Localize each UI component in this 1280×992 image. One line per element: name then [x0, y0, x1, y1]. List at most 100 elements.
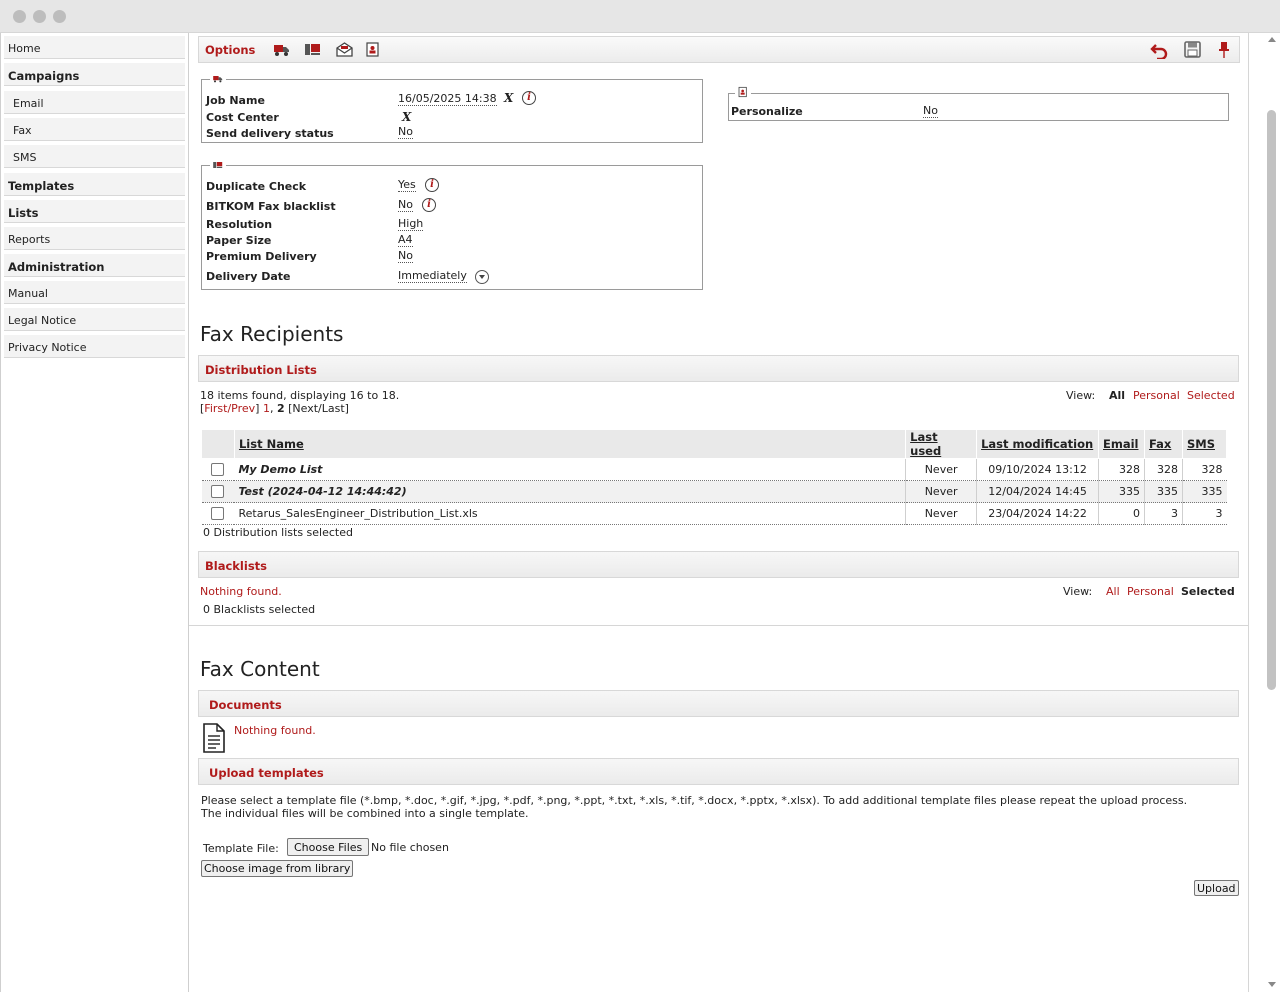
- pin-icon[interactable]: [1218, 41, 1230, 58]
- blacklists-selected-count: 0 Blacklists selected: [203, 603, 316, 616]
- last-modification-cell: 12/04/2024 14:45: [976, 480, 1099, 503]
- window-close-dot[interactable]: [13, 10, 26, 23]
- options-label[interactable]: Options: [205, 43, 255, 57]
- list-name-cell[interactable]: Retarus_SalesEngineer_Distribution_List.…: [234, 502, 906, 525]
- distribution-lists-summary: 18 items found, displaying 16 to 18.: [200, 389, 400, 402]
- view-selected-link[interactable]: Selected: [1187, 389, 1235, 402]
- premium-delivery-value[interactable]: No: [398, 250, 413, 263]
- list-name-cell[interactable]: Test (2024-04-12 14:44:42): [234, 480, 906, 503]
- chevron-down-icon[interactable]: [475, 270, 489, 284]
- sidebar-item-lists[interactable]: Lists: [4, 200, 185, 223]
- window-zoom-dot[interactable]: [53, 10, 66, 23]
- fax-count-cell: 328: [1143, 458, 1183, 481]
- last-used-cell: Never: [905, 458, 977, 481]
- choose-files-button[interactable]: Choose Files: [287, 838, 370, 856]
- list-name-cell[interactable]: My Demo List: [234, 458, 906, 481]
- blacklists-nothing-found: Nothing found.: [200, 585, 282, 598]
- upload-button[interactable]: Upload: [1194, 880, 1239, 896]
- last-modification-cell: 09/10/2024 13:12: [976, 458, 1099, 481]
- clear-x-icon[interactable]: X: [402, 110, 411, 124]
- sidebar-item-fax[interactable]: Fax: [4, 118, 185, 141]
- column-header-last-used[interactable]: Last used: [905, 429, 978, 459]
- documents-nothing-found: Nothing found.: [234, 724, 316, 737]
- options-toolbar: Options: [198, 36, 1240, 63]
- duplicate-check-label: Duplicate Check: [206, 180, 307, 193]
- mail-open-icon[interactable]: [336, 42, 353, 57]
- sidebar-item-templates[interactable]: Templates: [4, 173, 185, 196]
- job-name-label: Job Name: [206, 94, 265, 107]
- personalize-label: Personalize: [731, 105, 803, 118]
- job-name-value[interactable]: 16/05/2025 14:38: [398, 93, 497, 106]
- pager-page-1[interactable]: 1: [263, 402, 270, 415]
- documents-heading: Documents: [198, 690, 1239, 717]
- delivery-date-label: Delivery Date: [206, 270, 291, 283]
- column-header-fax[interactable]: Fax: [1143, 429, 1183, 459]
- table-row: Test (2024-04-12 14:44:42) Never 12/04/2…: [201, 480, 1227, 503]
- duplicate-check-value[interactable]: Yes: [398, 179, 416, 192]
- column-header-email[interactable]: Email: [1098, 429, 1145, 459]
- upload-instructions-line-2: The individual files will be combined in…: [201, 807, 529, 820]
- view-selected-link[interactable]: Selected: [1181, 585, 1235, 598]
- save-icon[interactable]: [1184, 41, 1201, 58]
- row-checkbox[interactable]: [211, 507, 225, 521]
- cost-center-label: Cost Center: [206, 111, 279, 124]
- sidebar-item-privacy-notice[interactable]: Privacy Notice: [4, 335, 185, 358]
- view-personal-link[interactable]: Personal: [1133, 389, 1180, 402]
- undo-icon[interactable]: [1150, 41, 1168, 59]
- fax-recipients-title: Fax Recipients: [200, 322, 344, 346]
- window-titlebar: [0, 0, 1280, 33]
- bitkom-fax-blacklist-value[interactable]: No: [398, 199, 413, 212]
- delivery-date-value[interactable]: Immediately: [398, 270, 467, 283]
- personalize-value[interactable]: No: [923, 105, 938, 118]
- sidebar-item-home[interactable]: Home: [4, 36, 185, 59]
- row-checkbox[interactable]: [211, 485, 225, 499]
- upload-instructions-line-1: Please select a template file (*.bmp, *.…: [201, 794, 1188, 807]
- pager-first-prev[interactable]: First/Prev: [204, 402, 255, 415]
- fax-machine-icon: [210, 159, 226, 171]
- resolution-value[interactable]: High: [398, 218, 424, 231]
- scroll-down-arrow-icon[interactable]: [1268, 982, 1276, 987]
- sidebar-item-legal-notice[interactable]: Legal Notice: [4, 308, 185, 331]
- sidebar-item-administration[interactable]: Administration: [4, 254, 185, 277]
- sidebar-item-manual[interactable]: Manual: [4, 281, 185, 304]
- email-count-cell: 0: [1098, 502, 1145, 525]
- distribution-lists-selected-count: 0 Distribution lists selected: [203, 526, 353, 539]
- sidebar-item-campaigns[interactable]: Campaigns: [4, 63, 185, 86]
- truck-icon[interactable]: [273, 42, 290, 57]
- info-icon[interactable]: i: [425, 178, 439, 192]
- no-file-chosen-text: No file chosen: [371, 841, 449, 854]
- choose-image-from-library-button[interactable]: Choose image from library: [201, 860, 354, 877]
- sidebar-item-sms[interactable]: SMS: [4, 145, 185, 168]
- contact-book-icon[interactable]: [364, 42, 381, 57]
- fax-settings-box: Duplicate Check Yes i BITKOM Fax blackli…: [201, 159, 703, 290]
- column-header-select: [201, 429, 235, 459]
- bitkom-fax-blacklist-label: BITKOM Fax blacklist: [206, 200, 336, 213]
- view-personal-link[interactable]: Personal: [1127, 585, 1174, 598]
- fax-count-cell: 3: [1143, 502, 1183, 525]
- info-icon[interactable]: i: [522, 91, 536, 105]
- last-used-cell: Never: [905, 480, 977, 503]
- column-header-list-name[interactable]: List Name: [233, 429, 907, 459]
- view-label: View:: [1063, 585, 1093, 598]
- sidebar-item-reports[interactable]: Reports: [4, 227, 185, 250]
- fax-machine-icon[interactable]: [304, 42, 321, 57]
- paper-size-value[interactable]: A4: [398, 234, 413, 247]
- pager-next-last: [Next/Last]: [288, 402, 349, 415]
- column-header-last-modification[interactable]: Last modification: [976, 429, 1099, 459]
- sidebar-item-email[interactable]: Email: [4, 91, 185, 114]
- scroll-up-arrow-icon[interactable]: [1268, 37, 1276, 42]
- send-delivery-status-label: Send delivery status: [206, 127, 334, 140]
- info-icon[interactable]: i: [422, 198, 436, 212]
- sms-count-cell: 335: [1181, 480, 1227, 503]
- truck-icon: [210, 73, 226, 85]
- table-row: Retarus_SalesEngineer_Distribution_List.…: [201, 502, 1227, 525]
- view-all-link[interactable]: All: [1106, 585, 1120, 598]
- send-delivery-status-value[interactable]: No: [398, 126, 413, 139]
- window-minimize-dot[interactable]: [33, 10, 46, 23]
- row-checkbox[interactable]: [211, 463, 225, 477]
- scrollbar-thumb[interactable]: [1267, 110, 1276, 690]
- view-all-link[interactable]: All: [1109, 389, 1125, 402]
- column-header-sms[interactable]: SMS: [1181, 429, 1228, 459]
- clear-x-icon[interactable]: X: [504, 91, 513, 105]
- blacklists-heading: Blacklists: [198, 551, 1239, 578]
